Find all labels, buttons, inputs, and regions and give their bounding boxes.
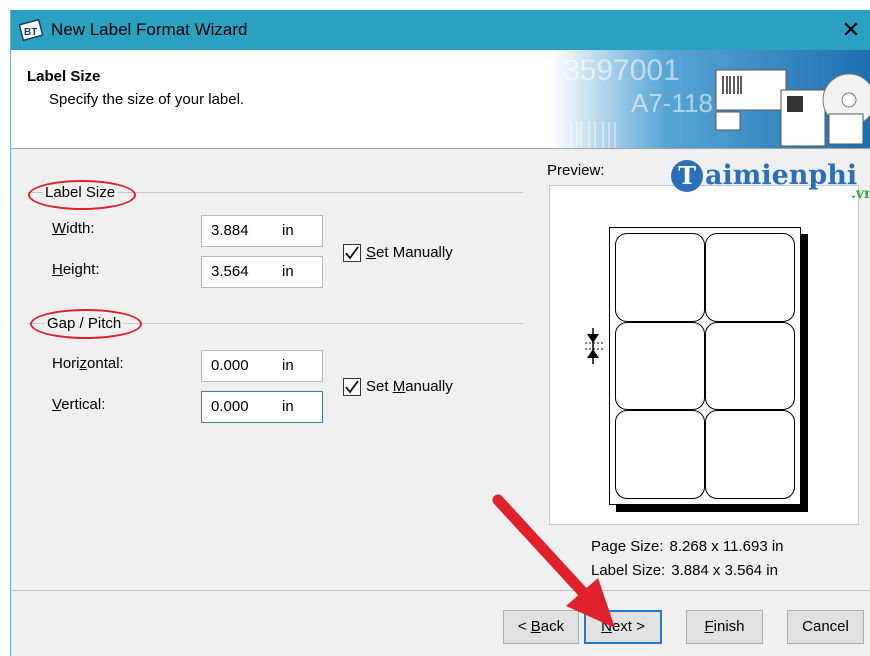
preview-label: Preview: <box>547 162 605 179</box>
vertical-gap-value: 0.000 <box>211 398 249 415</box>
taimienphi-watermark: T aimienphi .vn <box>671 160 870 210</box>
height-value: 3.564 <box>211 263 249 280</box>
preview-label-cell <box>705 321 795 411</box>
width-label: Width: <box>52 220 95 237</box>
gap-set-manually-label[interactable]: Set Manually <box>366 378 453 395</box>
height-label: Height: <box>52 261 100 278</box>
label-size-highlight-ellipse <box>28 180 136 210</box>
svg-text:BT: BT <box>24 27 37 38</box>
vertical-gap-marker-icon <box>585 328 605 364</box>
horizontal-gap-value: 0.000 <box>211 357 249 374</box>
page-size-info: Page Size: 8.268 x 11.693 in <box>591 538 784 555</box>
checkmark-icon <box>345 380 359 394</box>
height-unit: in <box>282 263 294 280</box>
width-unit: in <box>282 222 294 239</box>
horizontal-label: Horizontal: <box>52 355 124 372</box>
checkmark-icon <box>345 246 359 260</box>
watermark-logo: T <box>671 160 703 192</box>
vertical-gap-input[interactable]: 0.000 in <box>201 391 323 423</box>
label-preview-panel <box>549 185 859 525</box>
gap-set-manually-checkbox[interactable] <box>343 378 361 396</box>
svg-text:A7-118: A7-118 <box>631 88 713 118</box>
watermark-tld: .vn <box>851 186 870 202</box>
width-input[interactable]: 3.884 in <box>201 215 323 247</box>
gap-pitch-highlight-ellipse <box>30 309 142 339</box>
label-size-info: Label Size: 3.884 x 3.564 in <box>591 562 778 579</box>
label-size-set-manually-checkbox[interactable] <box>343 244 361 262</box>
next-button[interactable]: Next > <box>584 610 662 644</box>
vertical-gap-unit: in <box>282 398 294 415</box>
title-bar[interactable]: BT New Label Format Wizard ✕ <box>11 10 870 50</box>
preview-label-cell <box>615 410 705 499</box>
bartender-app-icon: BT <box>19 19 43 41</box>
finish-button[interactable]: Finish <box>686 610 763 644</box>
watermark-name: aimienphi <box>705 160 858 191</box>
label-size-set-manually-label[interactable]: Set Manually <box>366 244 453 261</box>
horizontal-gap-input[interactable]: 0.000 in <box>201 350 323 382</box>
cancel-button[interactable]: Cancel <box>787 610 864 644</box>
vertical-label: Vertical: <box>52 396 106 413</box>
width-value: 3.884 <box>211 222 249 239</box>
height-input[interactable]: 3.564 in <box>201 256 323 288</box>
button-area-divider <box>11 590 870 591</box>
preview-label-cell <box>705 410 795 499</box>
close-icon[interactable]: ✕ <box>837 16 865 44</box>
wizard-header: Label Size Specify the size of your labe… <box>11 50 870 149</box>
back-button[interactable]: < Back <box>503 610 579 644</box>
page-subtitle: Specify the size of your label. <box>49 91 245 108</box>
preview-page-sheet <box>609 227 801 505</box>
preview-label-cell <box>705 233 795 322</box>
page-size-value: 8.268 x 11.693 in <box>669 538 784 555</box>
horizontal-gap-unit: in <box>282 357 294 374</box>
window-title: New Label Format Wizard <box>51 20 248 39</box>
barcode-labels-banner-image: 3597001 A7-118 <box>551 50 870 148</box>
svg-text:3597001: 3597001 <box>563 54 680 87</box>
label-size-info-label: Label Size: <box>591 562 666 579</box>
page-title: Label Size <box>27 68 101 85</box>
label-size-info-value: 3.884 x 3.564 in <box>671 562 778 579</box>
preview-label-cell <box>615 321 705 411</box>
preview-label-cell <box>615 233 705 322</box>
page-size-label: Page Size: <box>591 538 664 555</box>
wizard-window: BT New Label Format Wizard ✕ Label Size … <box>10 10 870 656</box>
